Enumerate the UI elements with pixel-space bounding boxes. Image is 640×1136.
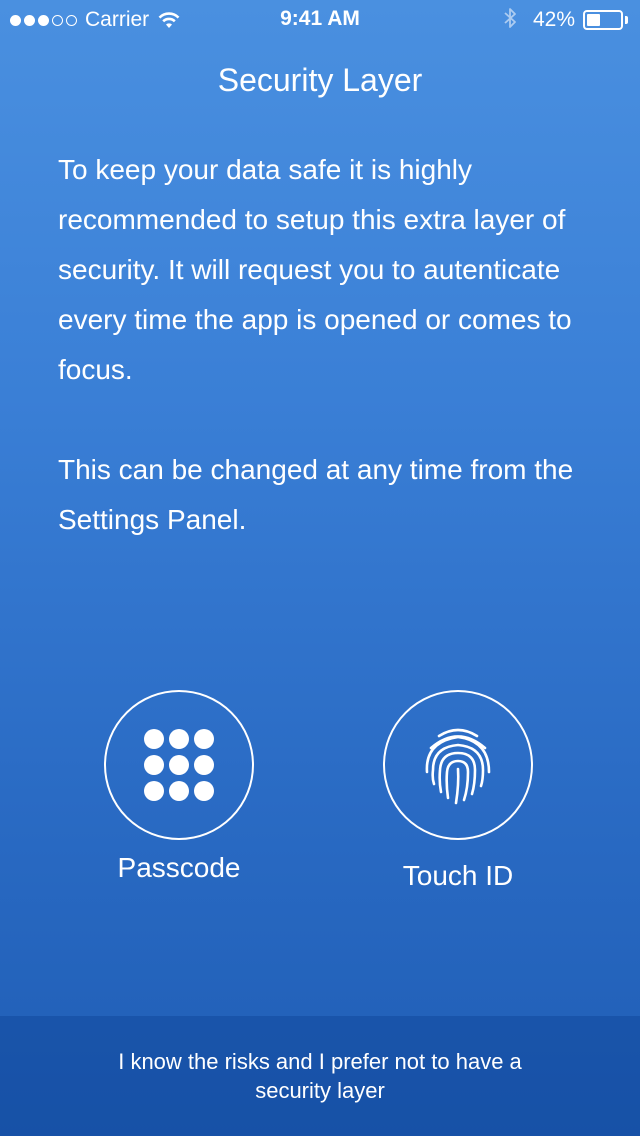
touch-id-circle[interactable]	[383, 690, 533, 840]
keypad-dot	[144, 755, 164, 775]
fingerprint-icon	[425, 728, 491, 805]
keypad-dot	[169, 755, 189, 775]
description-paragraph: To keep your data safe it is highly reco…	[58, 154, 572, 385]
keypad-dot	[144, 729, 164, 749]
page-title: Security Layer	[217, 62, 423, 98]
battery-level-fill	[587, 14, 600, 26]
skip-security-button[interactable]: I know the risks and I prefer not to hav…	[0, 1016, 640, 1136]
battery-percentage: 42%	[532, 8, 575, 31]
passcode-option-button[interactable]: Passcode	[104, 690, 254, 883]
status-bar: Carrier 9:41 AM 42%	[0, 0, 640, 40]
security-layer-screen: Carrier 9:41 AM 42% Security Layer To ke…	[0, 0, 640, 1136]
keypad-dot	[194, 781, 214, 801]
battery-tip	[625, 16, 628, 24]
skip-security-text[interactable]: I know the risks and I prefer not to hav…	[110, 1047, 530, 1105]
passcode-circle[interactable]	[104, 690, 254, 840]
status-bar-right: 42%	[503, 7, 628, 33]
description-paragraph: This can be changed at any time from the…	[58, 454, 574, 535]
description: To keep your data safe it is highly reco…	[58, 145, 598, 545]
touch-id-option-button[interactable]: Touch ID	[383, 690, 533, 891]
passcode-label[interactable]: Passcode	[74, 852, 284, 884]
keypad-dot	[194, 729, 214, 749]
battery-icon	[583, 10, 623, 30]
bluetooth-icon	[503, 7, 517, 34]
keypad-dot	[194, 755, 214, 775]
keypad-dot	[169, 729, 189, 749]
keypad-dot	[144, 781, 164, 801]
keypad-dot	[169, 781, 189, 801]
keypad-icon	[144, 729, 214, 801]
touch-id-label[interactable]: Touch ID	[353, 860, 563, 892]
